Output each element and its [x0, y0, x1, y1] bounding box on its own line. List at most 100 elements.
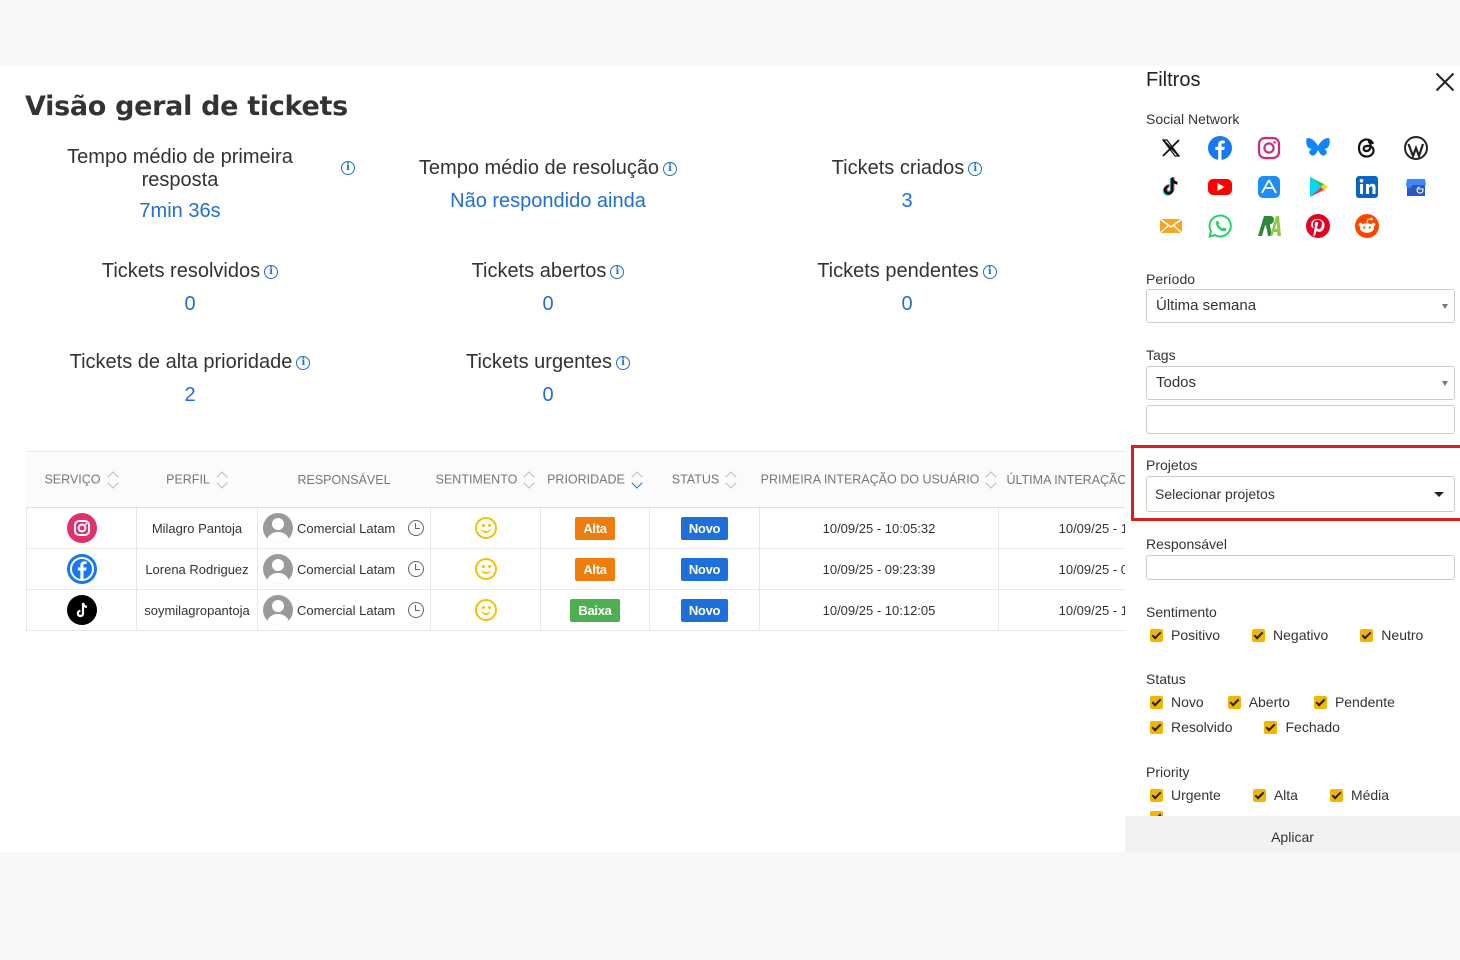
- app-store-icon[interactable]: [1256, 174, 1282, 200]
- sort-icon[interactable]: [523, 471, 535, 489]
- column-header-priority[interactable]: Prioridade: [540, 451, 650, 508]
- tags-input[interactable]: [1146, 405, 1455, 434]
- table-row[interactable]: Lorena Rodriguez Comercial Latam Alta No…: [26, 548, 1125, 590]
- sort-icon[interactable]: [631, 471, 643, 489]
- checkbox-checked[interactable]: [1360, 628, 1374, 642]
- metric-label: Tickets urgentes: [466, 351, 612, 373]
- checkbox-alta[interactable]: Alta: [1252, 787, 1298, 803]
- threads-icon[interactable]: [1354, 135, 1380, 161]
- responsible-cell: Comercial Latam: [257, 589, 431, 631]
- checkbox-resolvido[interactable]: Resolvido: [1150, 719, 1232, 735]
- info-icon[interactable]: i: [341, 161, 355, 175]
- whatsapp-icon[interactable]: [1207, 213, 1233, 239]
- social-network-label: Social Network: [1146, 111, 1240, 127]
- period-select[interactable]: Última semana: [1146, 289, 1455, 323]
- checkbox-checked[interactable]: [1150, 788, 1163, 802]
- metric-urgent: Tickets urgentes i 0: [398, 351, 698, 407]
- table-row[interactable]: soymilagropantoja Comercial Latam Baixa …: [26, 589, 1125, 631]
- checkbox-checked[interactable]: [1150, 628, 1163, 642]
- facebook-icon: [66, 554, 97, 584]
- apply-button[interactable]: Aplicar: [1125, 816, 1460, 852]
- checkbox-novo[interactable]: Novo: [1150, 694, 1204, 710]
- wordpress-icon[interactable]: [1403, 135, 1429, 161]
- metric-tickets-open: Tickets abertos i 0: [398, 260, 698, 316]
- tags-value: Todos: [1156, 374, 1197, 391]
- last-interaction-cell: 10/09/25 - 1: [998, 589, 1125, 631]
- status-badge: Novo: [680, 598, 729, 622]
- info-icon[interactable]: i: [610, 265, 625, 279]
- column-header-first-interaction[interactable]: Primeira interação do usuário: [759, 451, 999, 508]
- history-icon[interactable]: [408, 602, 424, 618]
- positive-sentiment-icon: [474, 558, 497, 580]
- metric-value: 2: [184, 384, 196, 406]
- info-icon[interactable]: i: [264, 265, 279, 279]
- checkbox-checked[interactable]: [1329, 788, 1343, 802]
- avatar: [263, 595, 293, 625]
- info-icon[interactable]: i: [663, 162, 678, 176]
- status-label: Status: [1146, 671, 1186, 687]
- sort-icon[interactable]: [725, 471, 737, 489]
- checkbox-checked[interactable]: [1227, 695, 1241, 709]
- caret-down-icon: [1434, 492, 1444, 497]
- close-icon[interactable]: [1434, 71, 1456, 93]
- metric-value: Não respondido ainda: [450, 190, 646, 212]
- email-icon[interactable]: [1158, 213, 1184, 239]
- projects-select[interactable]: Selecionar projetos: [1146, 476, 1455, 512]
- youtube-icon[interactable]: [1207, 174, 1233, 200]
- facebook-icon[interactable]: [1207, 135, 1233, 161]
- checkbox-checked[interactable]: [1252, 788, 1266, 802]
- checkbox-checked[interactable]: [1150, 720, 1163, 734]
- sort-icon[interactable]: [107, 471, 119, 489]
- pinterest-icon[interactable]: [1305, 213, 1331, 239]
- x-icon[interactable]: [1158, 135, 1184, 161]
- reclame-aqui-icon[interactable]: [1256, 213, 1282, 239]
- column-header-service[interactable]: Serviço: [26, 451, 137, 508]
- checkbox-pendente[interactable]: Pendente: [1313, 694, 1395, 710]
- checkbox-media[interactable]: Média: [1329, 787, 1389, 803]
- linkedin-icon[interactable]: [1354, 174, 1380, 200]
- checkbox-negativo[interactable]: Negativo: [1252, 627, 1328, 643]
- checkbox-checked[interactable]: [1264, 720, 1278, 734]
- metric-tickets-created: Tickets criados i 3: [757, 157, 1057, 213]
- column-header-last-interaction[interactable]: Última interação do usuário: [998, 451, 1125, 508]
- sort-icon[interactable]: [985, 471, 997, 489]
- checkbox-checked[interactable]: [1313, 695, 1327, 709]
- history-icon[interactable]: [408, 561, 424, 577]
- metric-tickets-resolved: Tickets resolvidos i 0: [40, 260, 340, 316]
- google-business-icon[interactable]: [1403, 174, 1429, 200]
- metric-label: Tempo médio de resolução: [418, 157, 660, 179]
- responsible-input[interactable]: [1146, 555, 1455, 580]
- info-icon[interactable]: i: [296, 356, 311, 370]
- sentiment-cell: [430, 548, 541, 590]
- bluesky-icon[interactable]: [1305, 135, 1331, 161]
- column-header-profile[interactable]: Perfil: [136, 451, 258, 508]
- google-play-icon[interactable]: [1305, 174, 1331, 200]
- filters-scroll-area: Filtros Social Network Período Última se…: [1125, 65, 1460, 816]
- column-header-status[interactable]: Status: [649, 451, 760, 508]
- info-icon[interactable]: i: [982, 265, 997, 279]
- metric-label: Tickets criados: [831, 157, 965, 179]
- responsible-name: Comercial Latam: [297, 520, 396, 536]
- checkbox-aberto[interactable]: Aberto: [1227, 694, 1290, 710]
- projects-placeholder: Selecionar projetos: [1155, 486, 1275, 502]
- info-icon[interactable]: i: [616, 356, 630, 370]
- checkbox-positivo[interactable]: Positivo: [1150, 627, 1220, 643]
- instagram-icon[interactable]: [1256, 135, 1282, 161]
- checkbox-urgente[interactable]: Urgente: [1150, 787, 1221, 803]
- info-icon[interactable]: i: [968, 162, 983, 176]
- sort-icon[interactable]: [216, 471, 228, 489]
- history-icon[interactable]: [408, 520, 424, 536]
- table-row[interactable]: Milagro Pantoja Comercial Latam Alta Nov…: [26, 507, 1125, 549]
- checkbox-checked[interactable]: [1150, 695, 1163, 709]
- profile-cell: soymilagropantoja: [136, 589, 258, 631]
- checkbox-fechado[interactable]: Fechado: [1264, 719, 1340, 735]
- tiktok-icon[interactable]: [1158, 174, 1184, 200]
- column-header-sentiment[interactable]: Sentimento: [430, 451, 541, 508]
- checkbox-neutro[interactable]: Neutro: [1360, 627, 1423, 643]
- metric-value: 7min 36s: [139, 200, 221, 222]
- service-cell: [26, 507, 137, 549]
- reddit-icon[interactable]: [1354, 213, 1380, 239]
- projects-label: Projetos: [1146, 457, 1198, 473]
- tags-select[interactable]: Todos: [1146, 366, 1455, 400]
- checkbox-checked[interactable]: [1252, 628, 1266, 642]
